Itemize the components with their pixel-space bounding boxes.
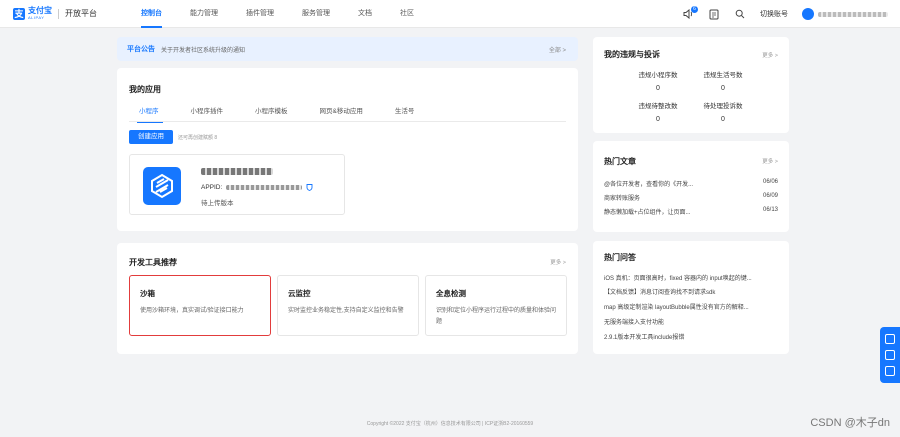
app-type-tabs: 小程序 小程序插件 小程序模板 网页&移动应用 生活号	[129, 106, 566, 123]
floating-help-toolbar	[880, 327, 900, 383]
violations-more-link[interactable]: 更多 >	[762, 51, 778, 59]
notification-button[interactable]: 6	[682, 6, 698, 20]
hot-articles-title: 热门文章	[604, 157, 636, 166]
tab-miniprogram[interactable]: 小程序	[129, 106, 171, 123]
tool-holographic-check-desc: 识别和定位小程序运行过程中的质量和体验问题	[436, 308, 557, 325]
tool-sandbox-desc: 使用沙箱环境，真实调试/验证接口能力	[140, 308, 244, 314]
stat-label: 违规生活号数	[703, 72, 743, 79]
search-button[interactable]	[734, 8, 746, 20]
violations-card: 我的违规与投诉 更多 > 违规小程序数 0 违规生活号数 0 违规待整改数 0 …	[593, 37, 789, 133]
notice-more-link[interactable]: 全部 >	[549, 45, 566, 54]
notification-badge: 6	[691, 6, 698, 13]
nav-community[interactable]: 社区	[386, 0, 428, 28]
stat-value: 0	[721, 85, 725, 92]
nav-console[interactable]: 控制台	[127, 0, 176, 28]
tab-life-account[interactable]: 生活号	[383, 106, 427, 122]
appid-value-redacted	[226, 184, 303, 190]
document-icon	[709, 9, 719, 19]
logo-divider	[58, 8, 59, 19]
tasks-button[interactable]	[708, 8, 720, 20]
tab-miniprogram-template[interactable]: 小程序模板	[243, 106, 300, 122]
tool-cloud-monitor-title: 云监控	[288, 289, 311, 298]
my-apps-card: 我的应用 小程序 小程序插件 小程序模板 网页&移动应用 生活号 创建应用 还可…	[117, 68, 578, 231]
user-menu[interactable]	[802, 8, 888, 20]
stat-label: 违规小程序数	[638, 72, 678, 79]
app-item[interactable]: APPID: 待上传版本	[129, 154, 345, 215]
stat-pending-complaints[interactable]: 待处理投诉数 0	[688, 100, 758, 123]
create-app-button[interactable]: 创建应用	[129, 130, 173, 144]
dev-tools-more-link[interactable]: 更多 >	[550, 258, 566, 266]
nav-capability[interactable]: 能力管理	[176, 0, 232, 28]
dev-tools-card: 开发工具推荐 更多 > 沙箱 使用沙箱环境，真实调试/验证接口能力 云监控 实时…	[117, 243, 578, 354]
appid-label: APPID:	[201, 183, 223, 191]
help-question-icon[interactable]	[885, 334, 895, 344]
tool-cloud-monitor[interactable]: 云监控 实时监控业务稳定性,支持自定义监控和告警	[277, 275, 419, 336]
hot-articles-more-link[interactable]: 更多 >	[762, 157, 778, 165]
article-item[interactable]: 商家转账服务 06/09	[604, 193, 778, 202]
qa-item[interactable]: 【文档反馈】消息订阅查询找不到请求sdk	[604, 287, 780, 296]
article-item[interactable]: @各位开发者，查看你的《开发... 06/06	[604, 179, 778, 188]
article-title: 商家转账服务	[604, 196, 641, 202]
tool-sandbox-title: 沙箱	[140, 289, 155, 298]
create-quota-hint: 还可再创建赋额 8	[178, 135, 218, 141]
article-date: 06/13	[762, 207, 778, 213]
qa-item[interactable]: iOS 真机：页面很高时，fixed 容器内的 input唤起的键...	[604, 273, 780, 282]
tool-sandbox[interactable]: 沙箱 使用沙箱环境，真实调试/验证接口能力	[129, 275, 271, 336]
hot-qa-card: 热门问答 iOS 真机：页面很高时，fixed 容器内的 input唤起的键..…	[593, 241, 789, 354]
alipay-logo[interactable]: 支 支付宝 ALIPAY 开放平台	[13, 7, 97, 20]
nav-docs[interactable]: 文档	[344, 0, 386, 28]
logo-cn-text: 支付宝	[28, 6, 52, 15]
my-apps-title: 我的应用	[129, 85, 161, 94]
qa-item[interactable]: 2.9.1版本开发工具include报错	[604, 332, 780, 341]
hot-articles-card: 热门文章 更多 > @各位开发者，查看你的《开发... 06/06 商家转账服务…	[593, 141, 789, 232]
article-date: 06/09	[762, 193, 778, 199]
copy-icon[interactable]	[306, 183, 313, 191]
feedback-chat-icon[interactable]	[885, 350, 895, 360]
platform-name: 开放平台	[65, 9, 97, 18]
avatar	[802, 8, 814, 20]
csdn-watermark: CSDN @木子dn	[810, 417, 890, 429]
nav-services[interactable]: 服务管理	[288, 0, 344, 28]
app-status: 待上传版本	[201, 200, 234, 207]
tool-holographic-check-title: 全息检测	[436, 289, 466, 298]
stat-label: 待处理投诉数	[703, 103, 743, 110]
footer-copyright: Copyright ©2022 支付宝（杭州）信息技术有限公司 | ICP证浙B…	[366, 421, 534, 427]
stat-value: 0	[656, 116, 660, 123]
alipay-logo-icon: 支	[13, 7, 25, 20]
stat-value: 0	[721, 116, 725, 123]
tab-miniprogram-plugin[interactable]: 小程序插件	[179, 106, 236, 122]
top-nav: 支 支付宝 ALIPAY 开放平台 控制台 能力管理 插件管理 服务管理 文档 …	[0, 0, 900, 28]
app-id-row: APPID:	[201, 183, 313, 191]
switch-account-link[interactable]: 切换账号	[760, 9, 788, 19]
article-item[interactable]: 静态懒加载+占位组件，让页面... 06/13	[604, 207, 778, 216]
notice-banner[interactable]: 平台公告 关于开发者社区系统升级的通知 全部 >	[117, 37, 578, 61]
customer-service-icon[interactable]	[885, 366, 895, 376]
username-redacted	[818, 11, 888, 17]
notice-text[interactable]: 关于开发者社区系统升级的通知	[161, 45, 245, 54]
dev-tools-title: 开发工具推荐	[129, 258, 177, 267]
article-title: 静态懒加载+占位组件，让页面...	[604, 210, 691, 216]
app-logo-icon	[143, 167, 181, 205]
qa-item[interactable]: 无服务端接入支付功能	[604, 317, 780, 326]
logo-en-text: ALIPAY	[28, 15, 45, 20]
article-title: @各位开发者，查看你的《开发...	[604, 182, 694, 188]
stat-violation-life-account[interactable]: 违规生活号数 0	[688, 69, 758, 92]
tab-web-mobile-app[interactable]: 网页&移动应用	[308, 106, 375, 122]
notice-title: 平台公告	[127, 46, 155, 53]
violations-title: 我的违规与投诉	[604, 50, 660, 59]
search-icon	[735, 9, 745, 19]
app-name-redacted	[201, 168, 273, 175]
stat-pending-rectification[interactable]: 违规待整改数 0	[623, 100, 693, 123]
stat-violation-miniprogram[interactable]: 违规小程序数 0	[623, 69, 693, 92]
stat-value: 0	[656, 85, 660, 92]
hot-qa-title: 热门问答	[604, 253, 636, 262]
qa-item[interactable]: map 高级定制渲染 layoutBubble属性没有官方的解释...	[604, 302, 780, 311]
article-date: 06/06	[762, 179, 778, 185]
stat-label: 违规待整改数	[638, 103, 678, 110]
nav-plugins[interactable]: 插件管理	[232, 0, 288, 28]
tool-holographic-check[interactable]: 全息检测 识别和定位小程序运行过程中的质量和体验问题	[425, 275, 567, 336]
tool-cloud-monitor-desc: 实时监控业务稳定性,支持自定义监控和告警	[288, 308, 404, 314]
